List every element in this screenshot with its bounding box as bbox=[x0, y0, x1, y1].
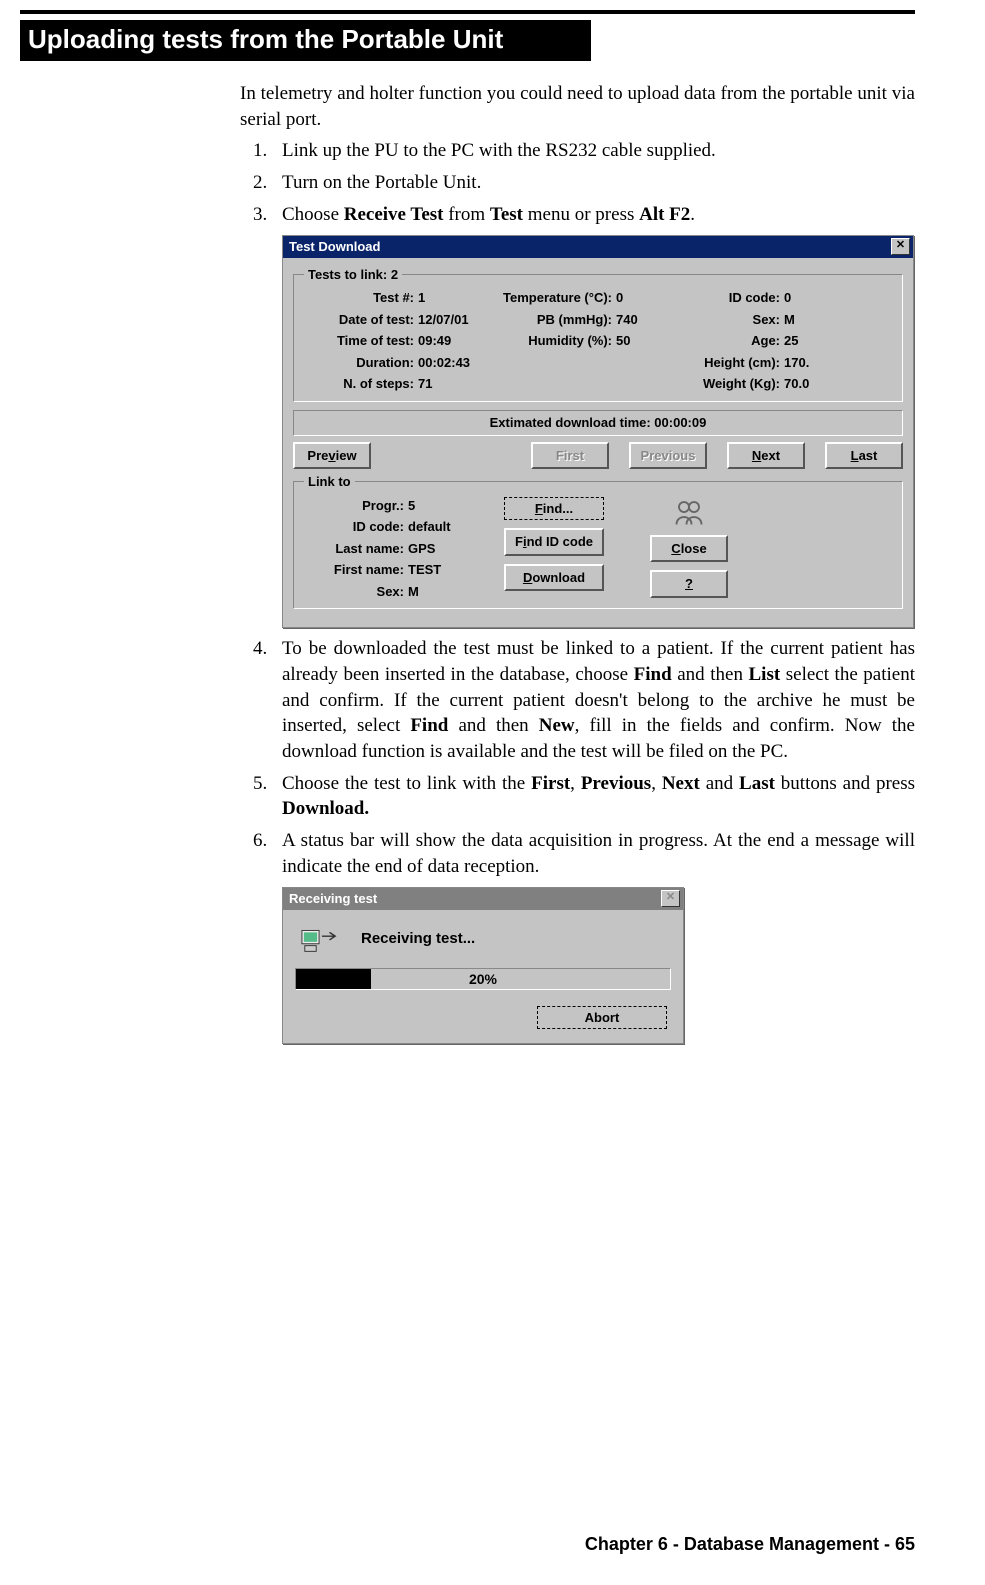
section-heading: Uploading tests from the Portable Unit bbox=[20, 20, 591, 61]
value-duration: 00:02:43 bbox=[418, 354, 498, 372]
label-progr: Progr.: bbox=[304, 497, 404, 515]
find-button[interactable]: Find... bbox=[504, 497, 604, 521]
receiving-titlebar: Receiving test ✕ bbox=[283, 888, 683, 910]
abort-button[interactable]: Abort bbox=[537, 1006, 667, 1030]
find-id-code-button[interactable]: Find ID code bbox=[504, 528, 604, 556]
close-icon[interactable]: ✕ bbox=[661, 890, 680, 907]
step-6-text: A status bar will show the data acquisit… bbox=[282, 830, 915, 877]
dialog-titlebar: Test Download ✕ bbox=[283, 236, 913, 258]
label-pb: PB (mmHg): bbox=[502, 311, 612, 329]
test-download-dialog: Test Download ✕ Tests to link: 2 Test #:… bbox=[282, 235, 914, 628]
step-3-b3: Alt F2 bbox=[639, 204, 690, 225]
step-2-text: Turn on the Portable Unit. bbox=[282, 172, 481, 193]
tests-to-link-group: Tests to link: 2 Test #: 1 Temperature (… bbox=[293, 266, 903, 402]
step-3-t4: . bbox=[690, 204, 695, 225]
label-time: Time of test: bbox=[304, 332, 414, 350]
label-height: Height (cm): bbox=[670, 354, 780, 372]
receiving-title: Receiving test bbox=[289, 890, 377, 908]
label-link-idcode: ID code: bbox=[304, 518, 404, 536]
step-3-t1: Choose bbox=[282, 204, 344, 225]
computer-transfer-icon bbox=[301, 924, 339, 954]
tests-to-link-legend: Tests to link: 2 bbox=[304, 266, 402, 284]
preview-button[interactable]: Preview bbox=[293, 442, 371, 470]
step-4-t2: and then bbox=[672, 664, 749, 685]
value-time: 09:49 bbox=[418, 332, 498, 350]
label-test-no: Test #: bbox=[304, 289, 414, 307]
value-steps: 71 bbox=[418, 375, 498, 393]
link-to-legend: Link to bbox=[304, 473, 355, 491]
step-3: Choose Receive Test from Test menu or pr… bbox=[272, 202, 915, 629]
previous-button[interactable]: Previous bbox=[629, 442, 707, 470]
close-icon[interactable]: ✕ bbox=[891, 238, 910, 255]
label-firstname: First name: bbox=[304, 561, 404, 579]
label-weight: Weight (Kg): bbox=[670, 375, 780, 393]
label-sex: Sex: bbox=[670, 311, 780, 329]
step-3-b1: Receive Test bbox=[344, 204, 444, 225]
steps-list: Link up the PU to the PC with the RS232 … bbox=[240, 138, 915, 1044]
label-temp: Temperature (°C): bbox=[502, 289, 612, 307]
label-age: Age: bbox=[670, 332, 780, 350]
step-4-b2: List bbox=[749, 664, 781, 685]
label-steps: N. of steps: bbox=[304, 375, 414, 393]
label-date: Date of test: bbox=[304, 311, 414, 329]
last-button[interactable]: Last bbox=[825, 442, 903, 470]
value-height: 170. bbox=[784, 354, 834, 372]
step-3-b2: Test bbox=[490, 204, 523, 225]
content-block: In telemetry and holter function you cou… bbox=[240, 81, 915, 1044]
step-5-b3: Next bbox=[662, 773, 700, 794]
step-5-b5: Download. bbox=[282, 798, 369, 819]
step-4: To be downloaded the test must be linked… bbox=[272, 636, 915, 764]
label-duration: Duration: bbox=[304, 354, 414, 372]
step-4-t4: and then bbox=[448, 715, 538, 736]
estimated-download-time: Extimated download time: 00:00:09 bbox=[293, 410, 903, 436]
receiving-test-dialog: Receiving test ✕ Receiving test... bbox=[282, 887, 684, 1044]
intro-paragraph: In telemetry and holter function you cou… bbox=[240, 81, 915, 132]
value-humidity: 50 bbox=[616, 332, 666, 350]
help-button[interactable]: ? bbox=[650, 570, 728, 598]
value-date: 12/07/01 bbox=[418, 311, 498, 329]
step-4-b1: Find bbox=[634, 664, 672, 685]
value-idcode: 0 bbox=[784, 289, 834, 307]
value-weight: 70.0 bbox=[784, 375, 834, 393]
step-5-c1: , bbox=[570, 773, 581, 794]
value-test-no: 1 bbox=[418, 289, 498, 307]
progress-bar: 20% bbox=[295, 968, 671, 990]
value-pb: 740 bbox=[616, 311, 666, 329]
step-5-b4: Last bbox=[739, 773, 775, 794]
first-button[interactable]: First bbox=[531, 442, 609, 470]
dialog-title: Test Download bbox=[289, 238, 380, 256]
step-5-t1: Choose the test to link with the bbox=[282, 773, 531, 794]
close-button[interactable]: Close bbox=[650, 535, 728, 563]
step-3-t3: menu or press bbox=[523, 204, 639, 225]
progress-percent: 20% bbox=[296, 969, 670, 989]
step-5-c2: , bbox=[651, 773, 662, 794]
page-footer: Chapter 6 - Database Management - 65 bbox=[585, 1534, 915, 1555]
value-sex: M bbox=[784, 311, 834, 329]
receiving-message: Receiving test... bbox=[361, 929, 475, 949]
step-5-t3: buttons and press bbox=[775, 773, 915, 794]
step-6: A status bar will show the data acquisit… bbox=[272, 828, 915, 1044]
value-temp: 0 bbox=[616, 289, 666, 307]
step-2: Turn on the Portable Unit. bbox=[272, 170, 915, 196]
label-idcode: ID code: bbox=[670, 289, 780, 307]
step-5-t2: and bbox=[700, 773, 739, 794]
step-1-text: Link up the PU to the PC with the RS232 … bbox=[282, 140, 716, 161]
step-1: Link up the PU to the PC with the RS232 … bbox=[272, 138, 915, 164]
link-to-group: Link to Progr.: 5 ID code: default Last … bbox=[293, 473, 903, 609]
step-4-b3: Find bbox=[410, 715, 448, 736]
step-3-t2: from bbox=[443, 204, 489, 225]
label-link-sex: Sex: bbox=[304, 583, 404, 601]
top-rule bbox=[20, 10, 915, 14]
step-5-b1: First bbox=[531, 773, 570, 794]
step-5: Choose the test to link with the First, … bbox=[272, 771, 915, 822]
next-button[interactable]: Next bbox=[727, 442, 805, 470]
label-lastname: Last name: bbox=[304, 540, 404, 558]
people-icon bbox=[674, 497, 704, 527]
value-age: 25 bbox=[784, 332, 834, 350]
step-5-b2: Previous bbox=[581, 773, 651, 794]
step-4-b4: New bbox=[539, 715, 575, 736]
download-button[interactable]: Download bbox=[504, 564, 604, 592]
label-humidity: Humidity (%): bbox=[502, 332, 612, 350]
